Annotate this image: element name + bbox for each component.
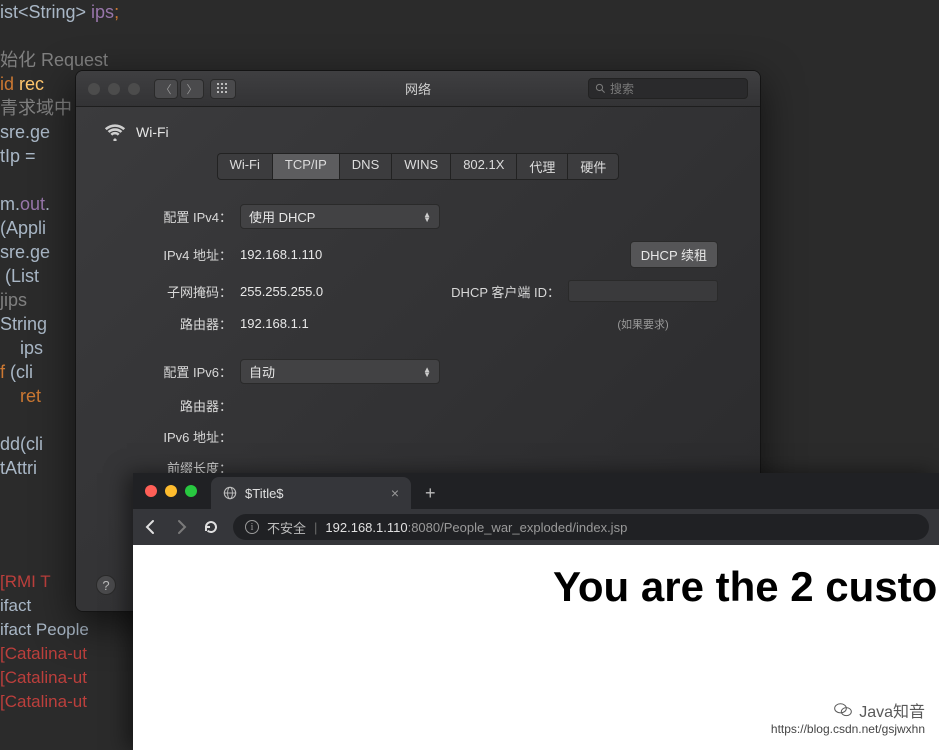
watermark: Java知音 https://blog.csdn.net/gsjwxhn — [771, 698, 925, 736]
traffic-close[interactable] — [145, 485, 157, 497]
window-traffic-lights[interactable] — [76, 83, 140, 95]
close-tab-icon[interactable]: × — [391, 485, 399, 501]
search-placeholder: 搜索 — [610, 80, 634, 97]
window-title: 网络 — [405, 79, 431, 98]
ipv4-addr-value: 192.168.1.110 — [240, 247, 322, 262]
chevron-updown-icon: ▲▼ — [423, 367, 431, 377]
settings-tabbar: Wi-FiTCP/IPDNSWINS802.1X代理硬件 — [104, 153, 732, 180]
url-path: :8080/People_war_exploded/index.jsp — [408, 520, 628, 535]
watermark-url: https://blog.csdn.net/gsjwxhn — [771, 722, 925, 736]
router-value: 192.168.1.1 — [240, 316, 309, 331]
tab-tcp/ip[interactable]: TCP/IP — [272, 153, 339, 180]
nav-back-button[interactable]: 〈 — [154, 79, 178, 99]
browser-toolbar: i 不安全 | 192.168.1.110:8080/People_war_ex… — [133, 509, 939, 545]
dhcp-client-input[interactable] — [568, 280, 718, 302]
ipv6-config-value: 自动 — [249, 362, 275, 381]
site-info-icon[interactable]: i — [245, 520, 259, 534]
tab-dns[interactable]: DNS — [339, 153, 391, 180]
page-heading: You are the 2 custom — [133, 563, 939, 611]
ipv6-addr-label: IPv6 地址： — [118, 427, 240, 446]
router-label: 路由器： — [118, 314, 240, 333]
router6-label: 路由器： — [118, 396, 240, 415]
wechat-icon — [833, 701, 853, 719]
browser-tabstrip: $Title$ × + — [133, 473, 939, 509]
browser-tab[interactable]: $Title$ × — [211, 477, 411, 509]
traffic-zoom[interactable] — [185, 485, 197, 497]
tab-wins[interactable]: WINS — [391, 153, 450, 180]
nav-back-button[interactable] — [143, 519, 159, 535]
tcpip-form: 配置 IPv4： 使用 DHCP ▲▼ IPv4 地址： 192.168.1.1… — [104, 204, 732, 477]
wifi-label: Wi-Fi — [136, 124, 169, 140]
reload-button[interactable] — [203, 519, 219, 535]
globe-icon — [223, 486, 237, 500]
nav-forward-button[interactable] — [173, 519, 189, 535]
chevron-updown-icon: ▲▼ — [423, 212, 431, 222]
ipv6-config-select[interactable]: 自动 ▲▼ — [240, 359, 440, 384]
subnet-value: 255.255.255.0 — [240, 284, 323, 299]
url-host: 192.168.1.110 — [325, 520, 407, 535]
dhcp-hint: (如果要求) — [617, 319, 668, 331]
tab-802.1x[interactable]: 802.1X — [450, 153, 516, 180]
ipv4-config-select[interactable]: 使用 DHCP ▲▼ — [240, 204, 440, 229]
subnet-label: 子网掩码： — [118, 282, 240, 301]
tab-title: $Title$ — [245, 486, 284, 501]
tab-硬件[interactable]: 硬件 — [567, 153, 619, 180]
wifi-header: Wi-Fi — [104, 123, 732, 141]
nav-forward-button[interactable]: 〉 — [180, 79, 204, 99]
ipv4-addr-label: IPv4 地址： — [118, 245, 240, 264]
search-icon — [595, 83, 606, 94]
wifi-icon — [104, 123, 126, 141]
ipv6-config-label: 配置 IPv6： — [118, 362, 240, 381]
traffic-zoom[interactable] — [128, 83, 140, 95]
window-titlebar[interactable]: 〈 〉 网络 搜索 — [76, 71, 760, 107]
nav-buttons: 〈 〉 — [154, 79, 204, 99]
watermark-text: Java知音 — [859, 698, 925, 722]
dhcp-client-label: DHCP 客户端 ID： — [451, 282, 560, 301]
show-all-button[interactable] — [210, 79, 236, 99]
address-bar[interactable]: i 不安全 | 192.168.1.110:8080/People_war_ex… — [233, 514, 929, 540]
dhcp-renew-button[interactable]: DHCP 续租 — [630, 241, 718, 268]
search-input[interactable]: 搜索 — [588, 78, 748, 99]
ipv4-config-value: 使用 DHCP — [249, 207, 315, 226]
help-button[interactable]: ? — [96, 575, 116, 595]
new-tab-button[interactable]: + — [411, 477, 450, 509]
traffic-minimize[interactable] — [108, 83, 120, 95]
browser-traffic-lights[interactable] — [145, 473, 211, 509]
traffic-close[interactable] — [88, 83, 100, 95]
tab-wi-fi[interactable]: Wi-Fi — [217, 153, 272, 180]
ipv4-config-label: 配置 IPv4： — [118, 207, 240, 226]
traffic-minimize[interactable] — [165, 485, 177, 497]
insecure-label: 不安全 — [267, 518, 306, 537]
tab-代理[interactable]: 代理 — [516, 153, 567, 180]
